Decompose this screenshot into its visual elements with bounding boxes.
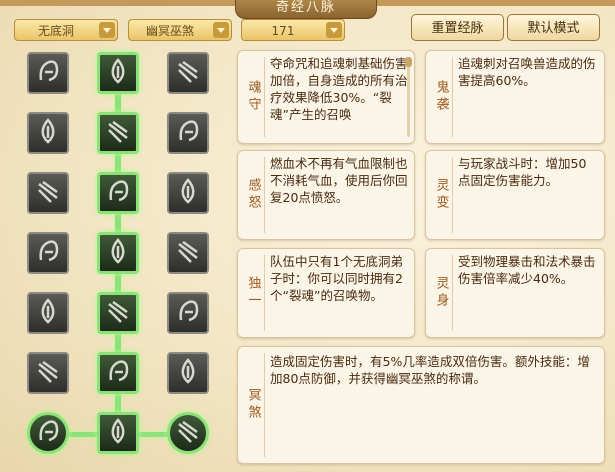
- swirl-icon: [103, 236, 133, 270]
- skill-cell[interactable]: [167, 352, 209, 394]
- skill-cell[interactable]: [27, 292, 69, 334]
- desc-card[interactable]: 灵变 与玩家战斗时：增加50点固定伤害能力。: [425, 150, 605, 240]
- crow-icon: [173, 56, 203, 90]
- shout-icon: [33, 236, 63, 270]
- skill-cell[interactable]: [27, 412, 69, 454]
- orb-icon: [33, 416, 63, 450]
- desc-card[interactable]: 灵身 受到物理暴击和法术暴击伤害倍率减少40%。: [425, 248, 605, 338]
- branch-dropdown-value: 幽冥巫煞: [145, 24, 194, 38]
- skill-cell[interactable]: [97, 172, 139, 214]
- level-dropdown[interactable]: 171: [241, 19, 345, 41]
- desc-scrollbar[interactable]: [405, 57, 412, 137]
- meridian-window: 奇经八脉 无底洞 幽冥巫煞 171 重置经脉 默认模式 魂守 夺命咒和追魂刺基础…: [0, 0, 615, 472]
- desc-card[interactable]: 魂守 夺命咒和追魂刺基础伤害加倍，自身造成的所有治疗效果降低30%。“裂魂”产生…: [237, 50, 415, 144]
- fork-icon: [33, 116, 63, 150]
- skill-cell[interactable]: [97, 352, 139, 394]
- sect-dropdown[interactable]: 无底洞: [14, 19, 118, 41]
- slash-icon: [103, 296, 133, 330]
- desc-card[interactable]: 感怒 燃血术不再有气血限制也不消耗气血，使用后你回复20点愤怒。: [237, 150, 415, 240]
- skill-cell[interactable]: [167, 172, 209, 214]
- desc-card[interactable]: 鬼袭 追魂刺对召唤兽造成的伤害提高60%。: [425, 50, 605, 144]
- skill-cell[interactable]: [97, 232, 139, 274]
- vortex-icon: [173, 296, 203, 330]
- skill-cell[interactable]: [167, 292, 209, 334]
- skill-cell[interactable]: [27, 352, 69, 394]
- desc-card-text: 与玩家战斗时：增加50点固定伤害能力。: [458, 156, 587, 188]
- desc-card-text: 燃血术不再有气血限制也不消耗气血，使用后你回复20点愤怒。: [270, 156, 408, 205]
- skill-cell[interactable]: [27, 112, 69, 154]
- fang-icon: [173, 356, 203, 390]
- skill-cell[interactable]: [97, 52, 139, 94]
- desc-card-text: 造成固定伤害时，有5%几率造成双倍伤害。额外技能：增加80点防御，并获得幽冥巫煞…: [270, 354, 590, 386]
- branch-dropdown[interactable]: 幽冥巫煞: [128, 19, 232, 41]
- desc-card-name: 魂守: [242, 57, 265, 137]
- scroll-icon: [103, 356, 133, 390]
- sect-dropdown-value: 无底洞: [37, 24, 74, 38]
- skill-grid: [14, 44, 224, 470]
- figure-icon: [103, 116, 133, 150]
- level-dropdown-value: 171: [271, 24, 295, 38]
- chevron-down-icon: [326, 22, 342, 38]
- demon-icon: [103, 416, 133, 450]
- desc-card-name: 鬼袭: [430, 57, 453, 137]
- orb-icon: [173, 416, 203, 450]
- desc-card-name: 冥煞: [242, 353, 265, 457]
- rune-icon: [33, 296, 63, 330]
- desc-card-wide[interactable]: 冥煞 造成固定伤害时，有5%几率造成双倍伤害。额外技能：增加80点防御，并获得幽…: [237, 346, 605, 464]
- desc-card[interactable]: 独一 队伍中只有1个无底洞弟子时：你可以同时拥有2个“裂魂”的召唤物。: [237, 248, 415, 338]
- skill-cell[interactable]: [167, 412, 209, 454]
- skill-cell[interactable]: [167, 52, 209, 94]
- chevron-down-icon: [213, 22, 229, 38]
- skill-cell[interactable]: [27, 232, 69, 274]
- skill-cell[interactable]: [167, 232, 209, 274]
- desc-card-text: 夺命咒和追魂刺基础伤害加倍，自身造成的所有治疗效果降低30%。“裂魂”产生的召唤: [270, 56, 408, 122]
- skill-cell[interactable]: [97, 412, 139, 454]
- skill-cell[interactable]: [97, 112, 139, 154]
- desc-card-name: 独一: [242, 255, 265, 331]
- desc-card-text: 追魂刺对召唤兽造成的伤害提高60%。: [458, 56, 596, 88]
- tooth-icon: [173, 116, 203, 150]
- reset-meridian-button[interactable]: 重置经脉: [411, 14, 504, 41]
- claw-icon: [33, 56, 63, 90]
- warrior-icon: [103, 176, 133, 210]
- skill-cell[interactable]: [167, 112, 209, 154]
- desc-card-text: 受到物理暴击和法术暴击伤害倍率减少40%。: [458, 254, 596, 286]
- spike-icon: [33, 356, 63, 390]
- spirit-icon: [173, 176, 203, 210]
- skull-icon: [33, 176, 63, 210]
- desc-card-name: 灵变: [430, 157, 453, 233]
- window-title: 奇经八脉: [235, 0, 377, 19]
- skill-cell[interactable]: [27, 52, 69, 94]
- desc-card-text: 队伍中只有1个无底洞弟子时：你可以同时拥有2个“裂魂”的召唤物。: [270, 254, 403, 303]
- flame-icon: [103, 56, 133, 90]
- desc-card-name: 感怒: [242, 157, 265, 233]
- chevron-down-icon: [99, 22, 115, 38]
- desc-card-name: 灵身: [430, 255, 453, 331]
- skill-cell[interactable]: [97, 292, 139, 334]
- skill-cell[interactable]: [27, 172, 69, 214]
- ghost-icon: [173, 236, 203, 270]
- default-mode-button[interactable]: 默认模式: [507, 14, 600, 41]
